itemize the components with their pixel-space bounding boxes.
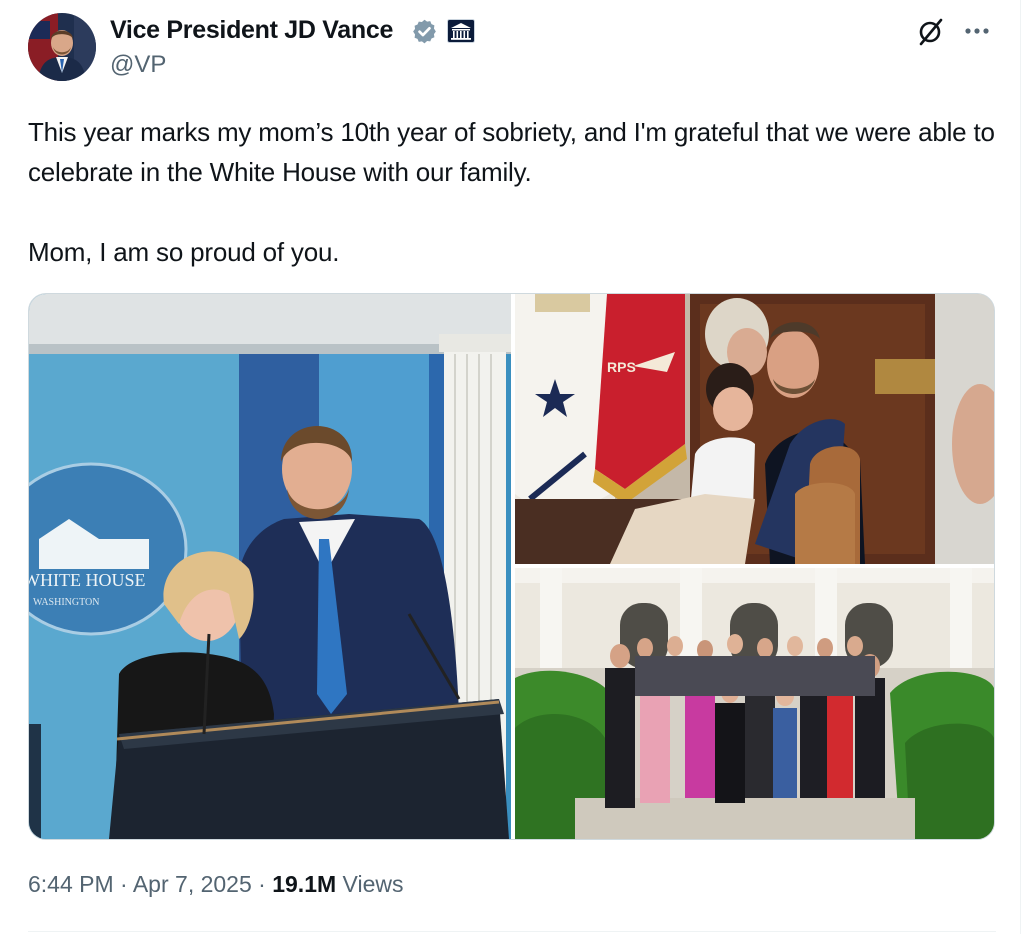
author-name[interactable]: Vice President JD Vance	[110, 16, 393, 45]
views-label: Views	[342, 871, 404, 897]
column-divider	[1020, 0, 1021, 934]
author-avatar[interactable]	[28, 13, 96, 81]
post-meta: 6:44 PM · Apr 7, 2025 · 19.1M Views	[28, 871, 403, 898]
post-text: This year marks my mom’s 10th year of so…	[28, 112, 1008, 272]
photo-family-hug[interactable]: RPS	[515, 294, 994, 564]
white-house-affiliation-icon[interactable]	[447, 19, 475, 43]
bottom-divider	[28, 931, 996, 932]
meta-separator: ·	[258, 871, 266, 897]
post-text-paragraph-1: This year marks my mom’s 10th year of so…	[28, 117, 995, 187]
post-time[interactable]: 6:44 PM	[28, 871, 114, 897]
post: Vice President JD Vance @VP This year ma…	[0, 0, 1024, 934]
media-grid: WHITE HOUSE WASHINGTON RPS	[28, 293, 995, 840]
photo-briefing-room[interactable]: WHITE HOUSE WASHINGTON	[29, 294, 511, 839]
author-handle[interactable]: @VP	[110, 51, 166, 79]
meta-separator: ·	[120, 871, 128, 897]
more-options-icon[interactable]	[962, 18, 992, 44]
post-date[interactable]: Apr 7, 2025	[133, 871, 252, 897]
sign-text-washington: WASHINGTON	[33, 597, 99, 608]
post-text-paragraph-2: Mom, I am so proud of you.	[28, 237, 340, 267]
verified-badge-icon[interactable]	[411, 18, 438, 45]
flag-text: RPS	[607, 359, 636, 375]
sign-text-white-house: WHITE HOUSE	[29, 570, 145, 590]
grok-icon[interactable]	[916, 17, 946, 47]
photo-family-group[interactable]	[515, 568, 994, 839]
views-count: 19.1M	[272, 871, 337, 897]
